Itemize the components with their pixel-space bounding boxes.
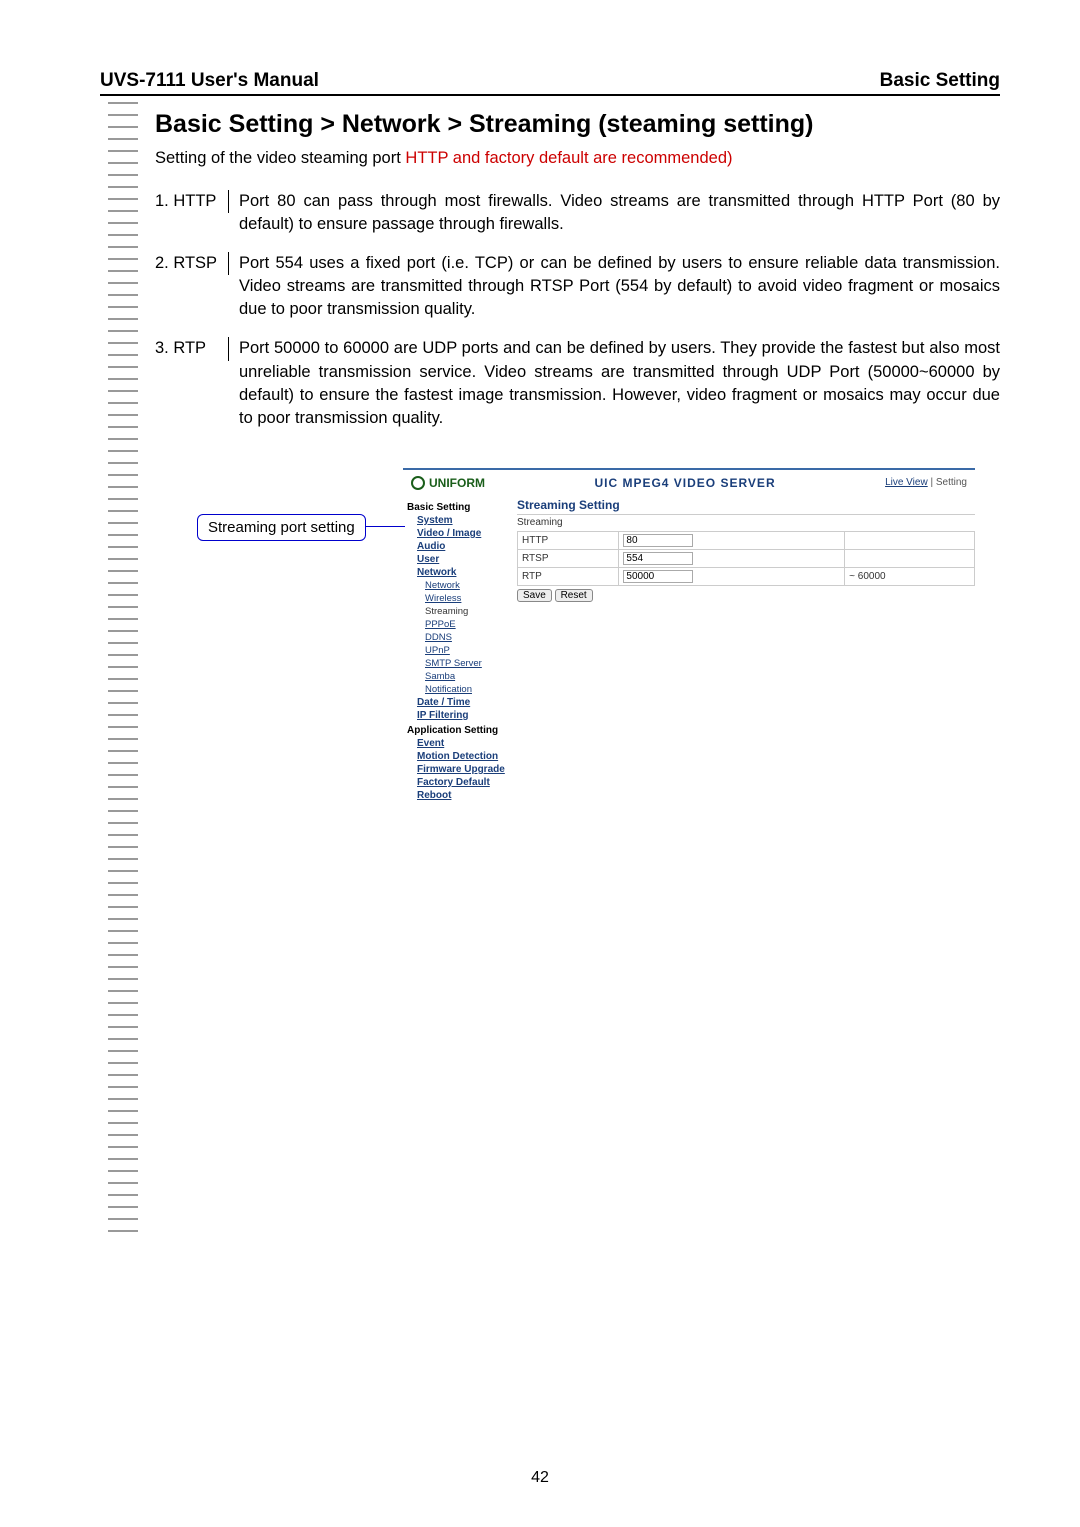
- definition-text: Port 554 uses a fixed port (i.e. TCP) or…: [229, 252, 1000, 321]
- subtitle-red: HTTP and factory default are recommended…: [405, 149, 732, 167]
- sidebar-item-reboot[interactable]: Reboot: [417, 790, 513, 801]
- setting-link[interactable]: Setting: [936, 477, 967, 488]
- sidebar-item-datetime[interactable]: Date / Time: [417, 697, 513, 708]
- sidebar-item-motion[interactable]: Motion Detection: [417, 751, 513, 762]
- table-row: HTTP: [518, 531, 975, 549]
- top-links: Live View | Setting: [885, 477, 967, 488]
- sidebar-item-event[interactable]: Event: [417, 738, 513, 749]
- sidebar: Basic Setting System Video / Image Audio…: [403, 498, 513, 803]
- definition-text: Port 80 can pass through most firewalls.…: [229, 190, 1000, 236]
- sidebar-sub-streaming[interactable]: Streaming: [425, 606, 513, 617]
- sidebar-item-factory-default[interactable]: Factory Default: [417, 777, 513, 788]
- link-separator: |: [928, 477, 936, 488]
- panel-subtitle: Streaming: [517, 514, 975, 528]
- sidebar-item-firmware[interactable]: Firmware Upgrade: [417, 764, 513, 775]
- definition-row: 2. RTSP Port 554 uses a fixed port (i.e.…: [155, 252, 1000, 321]
- definition-label: 1. HTTP: [155, 190, 229, 213]
- sidebar-item-ipfiltering[interactable]: IP Filtering: [417, 710, 513, 721]
- sidebar-group-basic: Basic Setting: [407, 502, 513, 513]
- app-body: Basic Setting System Video / Image Audio…: [403, 498, 975, 803]
- definition-label: 3. RTP: [155, 337, 229, 360]
- subtitle-black: Setting of the video steaming port: [155, 149, 405, 167]
- sidebar-sub-ddns[interactable]: DDNS: [425, 632, 513, 643]
- rtp-port-start-input[interactable]: [623, 570, 693, 583]
- rtp-port-end: ~ 60000: [849, 571, 885, 582]
- http-port-input[interactable]: [623, 534, 693, 547]
- sidebar-group-application: Application Setting: [407, 725, 513, 736]
- sidebar-sub-samba[interactable]: Samba: [425, 671, 513, 682]
- breadcrumb-title: Basic Setting > Network > Streaming (ste…: [155, 110, 1000, 139]
- panel-title: Streaming Setting: [517, 498, 975, 512]
- sidebar-sub-network[interactable]: Network: [425, 580, 513, 591]
- main-panel: Streaming Setting Streaming HTTP RTSP: [513, 498, 975, 803]
- row-extra: [845, 549, 975, 567]
- sidebar-item-network[interactable]: Network: [417, 567, 513, 578]
- server-title: UIC MPEG4 VIDEO SERVER: [594, 476, 775, 490]
- sidebar-sub-upnp[interactable]: UPnP: [425, 645, 513, 656]
- page-number: 42: [0, 1469, 1080, 1487]
- sidebar-item-audio[interactable]: Audio: [417, 541, 513, 552]
- page-content: Basic Setting > Network > Streaming (ste…: [155, 110, 1000, 803]
- callout-label: Streaming port setting: [197, 514, 366, 541]
- brand-text: UNIFORM: [429, 476, 485, 490]
- page-header: UVS-7111 User's Manual Basic Setting: [100, 70, 1000, 96]
- header-left: UVS-7111 User's Manual: [100, 70, 319, 92]
- sidebar-sub-smtp[interactable]: SMTP Server: [425, 658, 513, 669]
- sidebar-item-system[interactable]: System: [417, 515, 513, 526]
- sidebar-item-video-image[interactable]: Video / Image: [417, 528, 513, 539]
- decorative-side-stripes: [108, 102, 138, 1232]
- save-button[interactable]: Save: [517, 589, 552, 602]
- row-extra: [845, 531, 975, 549]
- button-row: Save Reset: [517, 589, 975, 602]
- brand: UNIFORM: [411, 476, 485, 490]
- rtsp-port-input[interactable]: [623, 552, 693, 565]
- definition-label: 2. RTSP: [155, 252, 229, 275]
- row-label: RTP: [518, 567, 619, 585]
- header-right: Basic Setting: [880, 70, 1000, 92]
- table-row: RTP ~ 60000: [518, 567, 975, 585]
- table-row: RTSP: [518, 549, 975, 567]
- subtitle: Setting of the video steaming port HTTP …: [155, 149, 1000, 168]
- sidebar-sub-notification[interactable]: Notification: [425, 684, 513, 695]
- live-view-link[interactable]: Live View: [885, 477, 928, 488]
- row-label: RTSP: [518, 549, 619, 567]
- definition-row: 3. RTP Port 50000 to 60000 are UDP ports…: [155, 337, 1000, 429]
- app-window: UNIFORM UIC MPEG4 VIDEO SERVER Live View…: [403, 468, 975, 803]
- streaming-ports-table: HTTP RTSP RTP ~ 60000: [517, 531, 975, 586]
- sidebar-item-user[interactable]: User: [417, 554, 513, 565]
- definition-row: 1. HTTP Port 80 can pass through most fi…: [155, 190, 1000, 236]
- sidebar-sub-wireless[interactable]: Wireless: [425, 593, 513, 604]
- sidebar-sub-pppoe[interactable]: PPPoE: [425, 619, 513, 630]
- reset-button[interactable]: Reset: [555, 589, 593, 602]
- figure-area: Streaming port setting UNIFORM UIC MPEG4…: [155, 468, 1000, 803]
- app-topbar: UNIFORM UIC MPEG4 VIDEO SERVER Live View…: [403, 470, 975, 498]
- brand-icon: [411, 476, 425, 490]
- row-label: HTTP: [518, 531, 619, 549]
- definition-text: Port 50000 to 60000 are UDP ports and ca…: [229, 337, 1000, 429]
